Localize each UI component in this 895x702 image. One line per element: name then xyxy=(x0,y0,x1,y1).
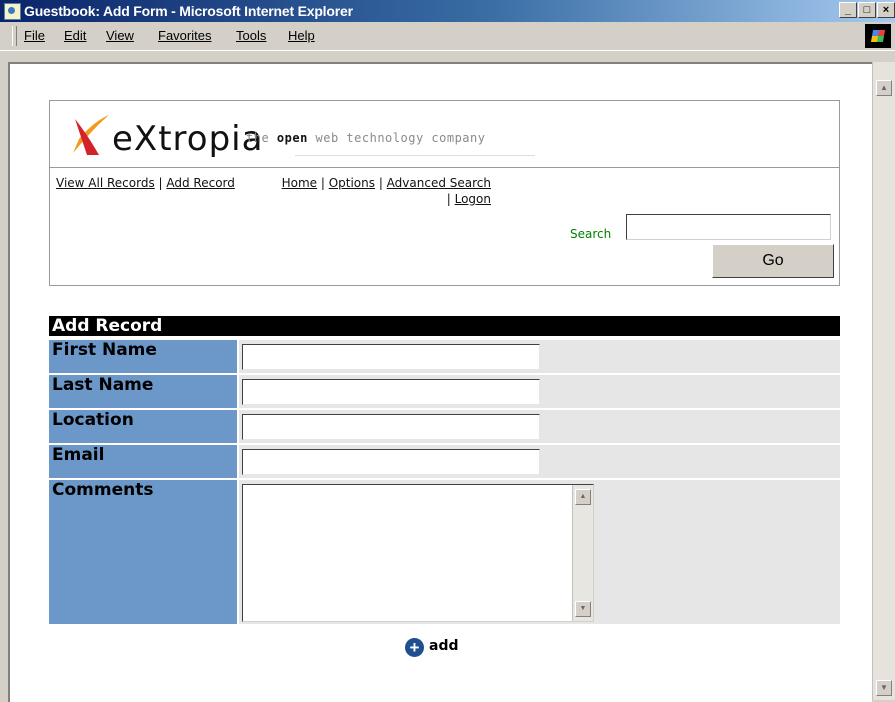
form-row-last-name: Last Name xyxy=(49,375,840,408)
nav-separator: | xyxy=(375,176,387,190)
menu-favorites[interactable]: Favorites xyxy=(158,28,211,43)
form-title: Add Record xyxy=(49,316,840,336)
close-button[interactable]: × xyxy=(877,2,895,18)
comments-cell: ▲ ▼ xyxy=(239,480,840,624)
form-row-email: Email xyxy=(49,445,840,478)
first-name-cell xyxy=(239,340,840,373)
menu-view-label: View xyxy=(106,28,134,43)
email-cell xyxy=(239,445,840,478)
nav-add-record[interactable]: Add Record xyxy=(166,176,235,190)
vertical-scrollbar[interactable]: ▲ ▼ xyxy=(872,62,895,700)
tagline-bold: open xyxy=(276,131,308,145)
search-label: Search xyxy=(570,227,612,241)
ie-app-icon[interactable] xyxy=(4,3,21,20)
menu-file-label: File xyxy=(24,28,45,43)
last-name-field[interactable] xyxy=(242,379,540,405)
comments-label: Comments xyxy=(49,480,237,624)
tagline-underline xyxy=(295,155,535,156)
menu-file[interactable]: File xyxy=(24,28,45,43)
comments-scrollbar[interactable]: ▲ ▼ xyxy=(572,485,593,621)
nav-home[interactable]: Home xyxy=(282,176,317,190)
form-row-location: Location xyxy=(49,410,840,443)
location-field[interactable] xyxy=(242,414,540,440)
scroll-up-icon[interactable]: ▲ xyxy=(575,489,591,505)
form-row-comments: Comments ▲ ▼ xyxy=(49,480,840,624)
first-name-field[interactable] xyxy=(242,344,540,370)
tagline-pre: the xyxy=(246,131,277,145)
nav-separator: | xyxy=(446,192,455,206)
logo-text: eXtropia xyxy=(112,119,264,159)
add-plus-icon[interactable]: + xyxy=(405,638,424,657)
menu-tools[interactable]: Tools xyxy=(236,28,266,43)
scroll-down-icon[interactable]: ▼ xyxy=(575,601,591,617)
last-name-label: Last Name xyxy=(49,375,237,408)
menu-help-label: Help xyxy=(288,28,315,43)
comments-textarea[interactable]: ▲ ▼ xyxy=(242,484,594,622)
menu-view[interactable]: View xyxy=(106,28,134,43)
menu-edit[interactable]: Edit xyxy=(64,28,86,43)
form-row-first-name: First Name xyxy=(49,340,840,373)
nav-logon[interactable]: Logon xyxy=(455,192,491,206)
location-label: Location xyxy=(49,410,237,443)
nav-left: View All Records | Add Record xyxy=(56,175,236,191)
first-name-label: First Name xyxy=(49,340,237,373)
nav-separator: | xyxy=(317,176,329,190)
extropia-logo-icon xyxy=(73,115,109,155)
toolbar-grip[interactable] xyxy=(12,26,17,46)
menu-help[interactable]: Help xyxy=(288,28,315,43)
windows-throbber-icon xyxy=(865,24,891,48)
window-title: Guestbook: Add Form - Microsoft Internet… xyxy=(24,3,353,19)
location-cell xyxy=(239,410,840,443)
window-title-bar[interactable]: Guestbook: Add Form - Microsoft Internet… xyxy=(0,0,895,22)
nav-view-all-records[interactable]: View All Records xyxy=(56,176,155,190)
scroll-down-icon[interactable]: ▼ xyxy=(876,680,892,696)
maximize-button[interactable]: □ xyxy=(858,2,876,18)
email-label: Email xyxy=(49,445,237,478)
go-button[interactable]: Go xyxy=(712,244,834,278)
scroll-up-icon[interactable]: ▲ xyxy=(876,80,892,96)
menu-tools-label: Tools xyxy=(236,28,267,43)
logo-row: eXtropia the open web technology company xyxy=(50,101,839,168)
search-input[interactable] xyxy=(626,214,831,240)
menu-bar: File Edit View Favorites Tools Help xyxy=(0,22,895,51)
window-controls: _ □ × xyxy=(838,2,895,20)
minimize-button[interactable]: _ xyxy=(839,2,857,18)
tagline: the open web technology company xyxy=(246,131,485,145)
menu-edit-label: Edit xyxy=(64,28,87,43)
nav-right: Home | Options | Advanced Search | Logon xyxy=(276,175,491,207)
tagline-post: web technology company xyxy=(307,131,486,145)
nav-options[interactable]: Options xyxy=(329,176,375,190)
site-header: eXtropia the open web technology company… xyxy=(49,100,840,286)
menu-favorites-label: Favorites xyxy=(158,28,212,43)
add-label[interactable]: add xyxy=(429,638,459,654)
nav-separator: | xyxy=(154,176,167,190)
last-name-cell xyxy=(239,375,840,408)
nav-advanced-search[interactable]: Advanced Search xyxy=(387,176,491,190)
email-field[interactable] xyxy=(242,449,540,475)
